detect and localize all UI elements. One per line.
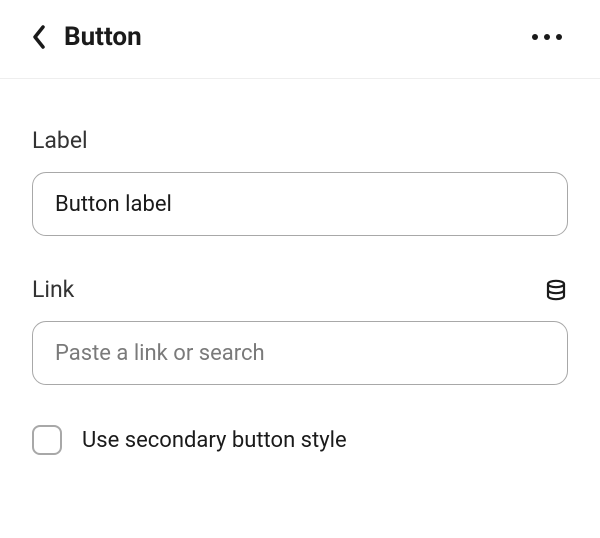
more-icon <box>532 34 538 40</box>
link-field-header: Link <box>32 276 568 303</box>
label-field-header: Label <box>32 127 568 154</box>
header-left: Button <box>32 22 142 52</box>
database-icon <box>544 278 568 302</box>
label-field-label: Label <box>32 127 88 154</box>
link-field-label: Link <box>32 276 74 303</box>
secondary-style-row: Use secondary button style <box>32 425 568 455</box>
link-field-group: Link <box>32 276 568 385</box>
page-title: Button <box>64 22 142 52</box>
link-input[interactable] <box>32 321 568 385</box>
secondary-style-checkbox[interactable] <box>32 425 62 455</box>
back-button[interactable] <box>32 25 46 49</box>
label-input[interactable] <box>32 172 568 236</box>
label-field-group: Label <box>32 127 568 236</box>
dynamic-source-button[interactable] <box>544 278 568 302</box>
chevron-left-icon <box>32 25 46 49</box>
panel-content: Label Link Use secondary button style <box>0 79 600 455</box>
secondary-style-label[interactable]: Use secondary button style <box>82 428 347 453</box>
more-menu-button[interactable] <box>532 34 568 40</box>
panel-header: Button <box>0 0 600 79</box>
